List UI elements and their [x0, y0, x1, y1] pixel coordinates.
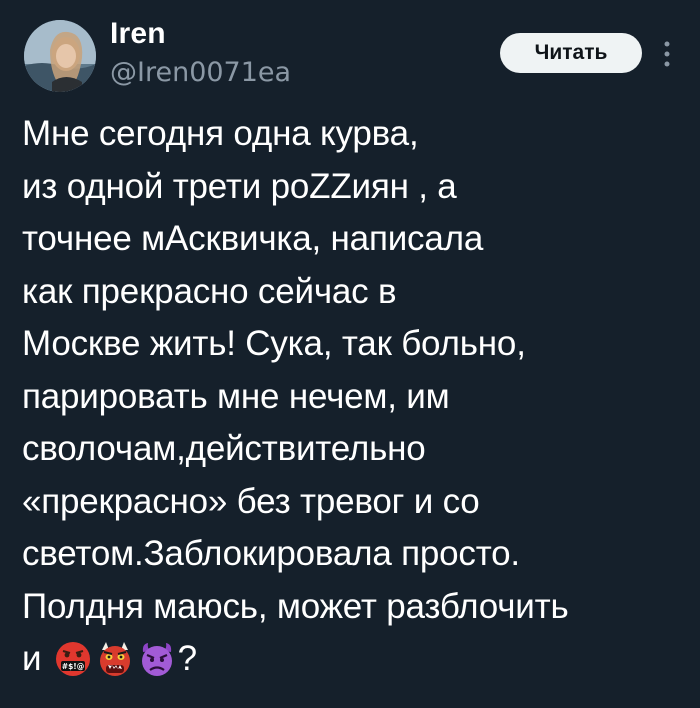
author-display-name[interactable]: Iren	[110, 16, 166, 52]
more-options-icon[interactable]	[662, 38, 672, 70]
last-line-suffix: ?	[177, 639, 198, 678]
avatar[interactable]	[24, 20, 96, 92]
author-handle[interactable]: @Iren0071ea	[110, 56, 291, 90]
tweet-text: Мне сегодня одна курва, из одной трети p…	[22, 114, 569, 626]
face-with-symbols-icon: #$!@	[54, 640, 92, 678]
angry-devil-icon	[138, 640, 176, 678]
last-line-prefix: и	[22, 639, 42, 678]
ogre-icon	[96, 640, 134, 678]
avatar-photo-icon	[24, 20, 96, 92]
follow-button[interactable]: Читать	[500, 33, 642, 73]
svg-text:#$!@: #$!@	[61, 662, 83, 671]
tweet-text-last-line: и #$!@ ?	[22, 633, 197, 685]
